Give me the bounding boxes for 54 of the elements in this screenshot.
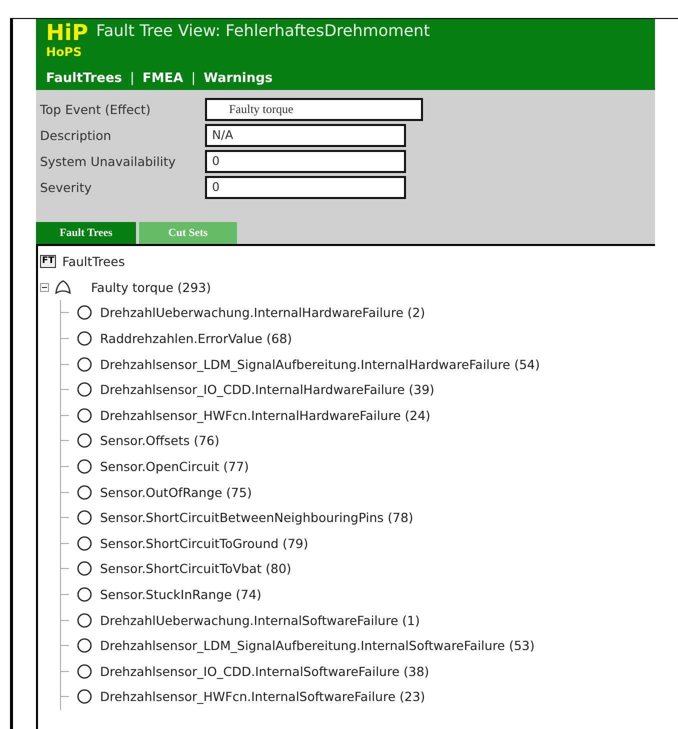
nav-separator: | [130,71,134,86]
basic-event-icon [77,459,92,474]
tree-node[interactable]: Drehzahlsensor_LDM_SignalAufbereitung.InternalSoftwareFailure (53) [100,638,535,654]
or-gate-icon [55,280,71,294]
tree-node[interactable]: Faulty torque (293) [91,280,211,295]
tree-node[interactable]: DrehzahlUeberwachung.InternalSoftwareFailure (1) [100,612,420,628]
tree-node[interactable]: Sensor.ShortCircuitBetweenNeighbouringPins (78) [100,510,414,526]
basic-event-icon [77,536,92,551]
field-label: Severity [40,180,93,194]
tree-node[interactable]: DrehzahlUeberwachung.InternalHardwareFailure (2) [100,305,426,320]
input-field[interactable]: N/A [205,124,406,146]
field-label: System Unavailability [40,154,177,168]
basic-event-icon [77,382,92,398]
collapse-icon[interactable] [40,282,49,292]
basic-event-icon [77,408,92,423]
nav-link[interactable]: FMEA [142,71,184,86]
tree-node[interactable]: Sensor.ShortCircuitToGround (79) [100,536,308,551]
nav-link[interactable]: Warnings [204,71,273,86]
field-label: Description [40,128,112,142]
tree-node[interactable]: Sensor.OutOfRange (75) [100,484,252,500]
nav-separator: | [191,71,196,86]
basic-event-icon [77,433,92,448]
fault-tree-badge: FT [40,255,56,268]
input-field[interactable]: 0 [205,176,406,198]
logo-text: HoPS [46,46,82,60]
input-field[interactable]: Faulty torque [205,98,423,120]
basic-event-icon [77,305,92,320]
tree-node[interactable]: Drehzahlsensor_HWFcn.InternalHardwareFailure (24) [100,408,430,423]
tab[interactable]: Fault Trees [36,222,136,244]
basic-event-icon [77,638,92,654]
basic-event-icon [77,612,92,628]
basic-event-icon [77,484,92,500]
input-field[interactable]: 0 [205,150,406,172]
tree-node[interactable]: Sensor.OpenCircuit (77) [100,459,249,474]
basic-event-icon [77,664,92,679]
nav-link[interactable]: FaultTrees [46,71,122,86]
tree-node[interactable]: Drehzahlsensor_HWFcn.InternalSoftwareFailure (23) [100,689,426,704]
tree-node[interactable]: Sensor.Offsets (76) [100,433,220,448]
basic-event-icon [77,356,92,372]
tree-node[interactable]: Raddrehzahlen.ErrorValue (68) [100,331,292,346]
tree-node[interactable]: Sensor.ShortCircuitToVbat (80) [100,561,292,576]
tree-node[interactable]: Drehzahlsensor_IO_CDD.InternalSoftwareFailure (38) [100,664,430,679]
basic-event-icon [77,561,92,576]
basic-event-icon [77,587,92,602]
page-title: Fault Tree View: FehlerhaftesDrehmoment [96,21,430,41]
tree-node[interactable]: Drehzahlsensor_LDM_SignalAufbereitung.InternalHardwareFailure (54) [100,356,540,372]
basic-event-icon [77,331,92,346]
logo-text: HiP [46,21,88,46]
field-label: Top Event (Effect) [40,102,152,116]
tree-root[interactable]: FaultTrees [62,254,125,270]
tree-node[interactable]: Sensor.StuckInRange (74) [100,587,262,602]
basic-event-icon [77,510,92,526]
tree-node[interactable]: Drehzahlsensor_IO_CDD.InternalHardwareFailure (39) [100,382,434,398]
basic-event-icon [77,689,92,704]
